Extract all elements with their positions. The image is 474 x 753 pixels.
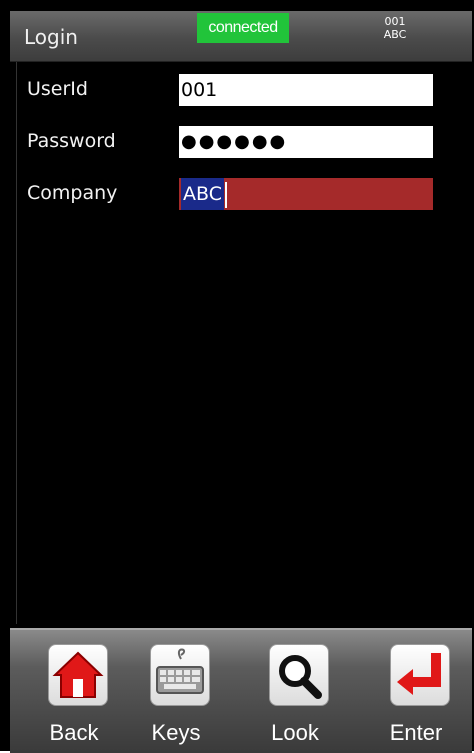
password-input[interactable]: ●●●●●●	[179, 126, 433, 158]
connection-status-badge: connected	[197, 13, 289, 43]
magnifier-icon	[269, 644, 329, 706]
session-company: ABC	[383, 28, 407, 41]
session-info: 001 ABC	[370, 15, 420, 41]
password-label: Password	[27, 130, 116, 152]
company-selected-text: ABC	[181, 178, 224, 210]
app-window: Login connected 001 ABC UserId 001 Passw…	[0, 0, 474, 753]
header-bar: Login connected 001 ABC	[10, 11, 472, 62]
userid-input[interactable]: 001	[179, 74, 433, 106]
enter-arrow-icon	[390, 644, 450, 706]
userid-label: UserId	[27, 78, 88, 100]
userid-row: UserId 001	[17, 74, 471, 108]
keyboard-icon	[150, 644, 210, 706]
company-input[interactable]: ABC	[179, 178, 433, 210]
page-title: Login	[24, 25, 78, 49]
password-row: Password ●●●●●●	[17, 126, 471, 160]
keys-button[interactable]: Keys	[136, 630, 216, 753]
text-caret	[224, 181, 227, 208]
session-user-id: 001	[384, 15, 406, 28]
enter-label: Enter	[389, 720, 443, 745]
back-button[interactable]: Back	[34, 630, 114, 753]
look-button[interactable]: Look	[255, 630, 335, 753]
back-label: Back	[49, 720, 99, 745]
look-label: Look	[271, 720, 319, 745]
home-icon	[48, 644, 108, 706]
enter-button[interactable]: Enter	[376, 630, 456, 753]
company-row: Company ABC	[17, 178, 471, 212]
company-label: Company	[27, 182, 118, 204]
login-form: UserId 001 Password ●●●●●● Company ABC	[16, 62, 471, 624]
bottom-toolbar: Back Keys Look Enter	[10, 628, 472, 753]
top-strip	[0, 0, 474, 8]
keys-label: Keys	[151, 720, 201, 745]
